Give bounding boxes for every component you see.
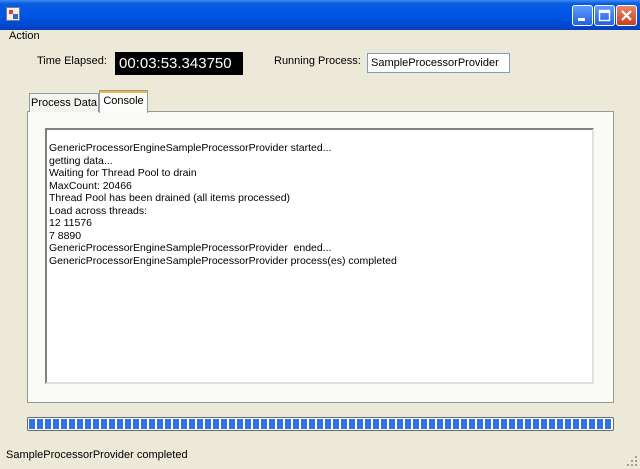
close-icon: [621, 10, 632, 21]
progress-bar: [27, 417, 614, 431]
minimize-button[interactable]: [572, 5, 593, 26]
title-bar[interactable]: [0, 0, 640, 30]
console-line: MaxCount: 20466: [49, 179, 132, 192]
resize-grip-icon[interactable]: [626, 455, 638, 467]
application-icon[interactable]: [6, 7, 20, 21]
maximize-button[interactable]: [594, 5, 615, 26]
minimize-icon: [578, 18, 585, 21]
maximize-icon: [598, 9, 611, 22]
console-line: Waiting for Thread Pool to drain: [49, 167, 197, 179]
console-line: GenericProcessorEngineSampleProcessorPro…: [49, 142, 332, 154]
tab-process-data[interactable]: Process Data: [29, 93, 99, 112]
console-line: Load across threads:: [49, 204, 148, 217]
menu-action[interactable]: Action: [9, 30, 40, 42]
console-line: 7 8890: [49, 229, 82, 242]
console-line: 12 11576: [49, 217, 93, 229]
progress-fill: [29, 419, 612, 429]
console-line: GenericProcessorEngineSampleProcessorPro…: [49, 254, 397, 267]
time-elapsed-label: Time Elapsed:: [37, 55, 107, 67]
running-process-label: Running Process:: [274, 55, 361, 67]
elapsed-time-display: 00:03:53.343750: [115, 52, 243, 75]
console-output[interactable]: GenericProcessorEngineSampleProcessorPro…: [45, 128, 594, 384]
running-process-field[interactable]: SampleProcessorProvider: [367, 53, 510, 73]
status-text: SampleProcessorProvider completed: [6, 449, 188, 461]
menu-bar: Action: [0, 30, 640, 44]
main-window: Action Time Elapsed: 00:03:53.343750 Run…: [0, 0, 640, 469]
console-line: Thread Pool has been drained (all items …: [49, 192, 291, 204]
status-bar: SampleProcessorProvider completed: [0, 445, 640, 469]
tab-console[interactable]: Console: [99, 90, 148, 113]
console-line: GenericProcessorEngineSampleProcessorPro…: [49, 242, 332, 254]
console-line: getting data...: [49, 154, 113, 167]
close-button[interactable]: [616, 5, 637, 26]
